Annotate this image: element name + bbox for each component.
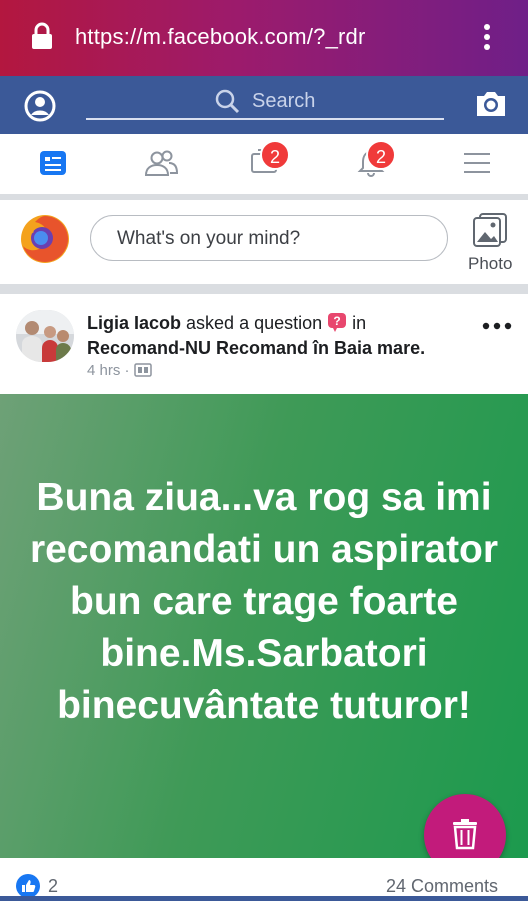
facebook-header: Search xyxy=(0,76,528,134)
composer: What's on your mind? Photo xyxy=(0,200,528,284)
bottom-bar xyxy=(0,896,528,901)
browser-url-bar: https://m.facebook.com/?_rdr xyxy=(0,0,528,76)
post-title-line: Ligia Iacob asked a question ? in xyxy=(87,312,366,334)
divider xyxy=(0,284,528,294)
tab-menu[interactable] xyxy=(438,134,518,194)
in-text: in xyxy=(347,313,367,333)
more-options-icon[interactable] xyxy=(482,322,512,330)
post-text: Buna ziua...va rog sa imi recomandati un… xyxy=(29,476,499,727)
search-icon xyxy=(215,89,240,114)
profile-icon[interactable] xyxy=(24,90,56,122)
search-bar[interactable]: Search xyxy=(86,84,444,120)
tab-bar: 2 2 xyxy=(0,134,528,194)
user-avatar[interactable] xyxy=(20,214,70,264)
meta-separator: · xyxy=(124,362,130,379)
photo-icon xyxy=(473,213,507,247)
status-input[interactable]: What's on your mind? xyxy=(90,215,448,261)
news-feed-icon xyxy=(40,151,66,175)
post-footer: 2 24 Comments xyxy=(0,858,528,901)
photo-label: Photo xyxy=(468,254,513,273)
question-icon: ? xyxy=(328,313,347,332)
like-reaction-icon xyxy=(16,874,40,898)
browser-menu-icon[interactable] xyxy=(480,22,494,52)
friends-icon xyxy=(144,150,178,176)
post-header: Ligia Iacob asked a question ? in Recoma… xyxy=(0,294,528,394)
author-name[interactable]: Ligia Iacob xyxy=(87,313,181,333)
tab-friends[interactable] xyxy=(120,134,200,194)
notifications-badge: 2 xyxy=(366,140,396,170)
post-body[interactable]: Buna ziua...va rog sa imi recomandati un… xyxy=(0,394,528,858)
post-time[interactable]: 4 hrs xyxy=(87,362,120,379)
status-placeholder: What's on your mind? xyxy=(117,228,301,249)
messages-badge: 2 xyxy=(260,140,290,170)
camera-icon[interactable] xyxy=(474,88,508,118)
search-placeholder: Search xyxy=(252,90,316,112)
like-count[interactable]: 2 xyxy=(48,876,58,897)
tab-messages[interactable]: 2 xyxy=(226,134,306,194)
group-name[interactable]: Recomand-NU Recomand în Baia mare. xyxy=(87,338,425,359)
tab-notifications[interactable]: 2 xyxy=(332,134,412,194)
photo-button[interactable]: Photo xyxy=(462,212,522,274)
url-text[interactable]: https://m.facebook.com/?_rdr xyxy=(75,24,366,50)
author-avatar[interactable] xyxy=(16,310,74,362)
action-text: asked a question xyxy=(181,313,328,333)
tab-news-feed[interactable] xyxy=(14,134,94,194)
post-meta: 4 hrs · xyxy=(87,362,152,379)
trash-icon xyxy=(453,819,477,850)
group-audience-icon xyxy=(133,363,152,377)
comment-count[interactable]: 24 Comments xyxy=(386,876,498,897)
hamburger-menu-icon xyxy=(464,153,490,173)
svg-text:?: ? xyxy=(333,314,340,328)
lock-icon xyxy=(32,22,52,49)
